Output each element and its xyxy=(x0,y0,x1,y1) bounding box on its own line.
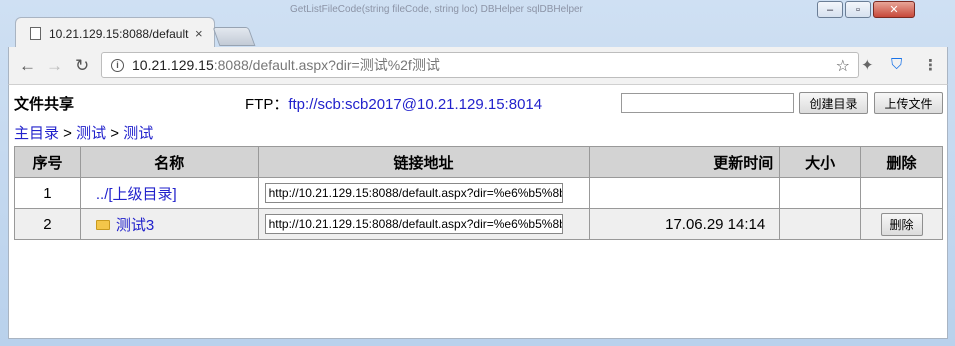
delete-button[interactable]: 删除 xyxy=(880,212,923,236)
address-bar[interactable]: i 10.21.129.15:8088/default.aspx?dir=测试%… xyxy=(101,52,859,78)
maximize-button[interactable]: ▫ xyxy=(845,1,871,18)
row-link-cell: http://10.21.129.15:8088/default.aspx?di… xyxy=(257,208,590,240)
page-title: 文件共享 xyxy=(14,96,75,113)
col-index: 序号 xyxy=(14,146,81,178)
breadcrumb-sep: > xyxy=(106,125,124,142)
row-index: 2 xyxy=(14,208,81,240)
ftp-label: FTP： xyxy=(245,96,289,113)
file-table: 序号 名称 链接地址 更新时间 大小 删除 1 ../[上级目录] http:/… xyxy=(14,146,943,240)
folder-name-input[interactable] xyxy=(621,93,794,113)
ftp-info: FTP：ftp://scb:scb2017@10.21.129.15:8014 xyxy=(245,93,542,114)
table-row: 2 测试3 http://10.21.129.15:8088/default.a… xyxy=(14,208,943,240)
background-text: GetListFileCode(string fileCode, string … xyxy=(290,4,583,15)
breadcrumb-level2[interactable]: 测试 xyxy=(123,125,153,142)
background-window: GetListFileCode(string fileCode, string … xyxy=(250,0,810,22)
minimize-button[interactable]: – xyxy=(817,1,843,18)
folder-icon xyxy=(95,219,110,230)
row-index: 1 xyxy=(14,177,81,209)
create-dir-button[interactable]: 创建目录 xyxy=(799,92,868,114)
back-icon[interactable]: ← xyxy=(19,56,36,76)
upload-button[interactable]: 上传文件 xyxy=(874,92,943,114)
forward-icon[interactable]: → xyxy=(46,56,63,76)
col-delete: 删除 xyxy=(860,146,943,178)
browser-window: GetListFileCode(string fileCode, string … xyxy=(0,0,955,346)
menu-icon[interactable]: ⋮ xyxy=(923,56,938,74)
shield-icon[interactable]: ⛉ xyxy=(891,56,902,73)
bookmark-star-icon[interactable]: ☆ xyxy=(836,56,850,76)
breadcrumb-home[interactable]: 主目录 xyxy=(14,125,59,142)
col-time: 更新时间 xyxy=(588,146,781,178)
url-host: 10.21.129.15 xyxy=(132,57,214,73)
row-time xyxy=(588,177,781,209)
new-tab-button[interactable] xyxy=(212,27,256,46)
window-controls: – ▫ ✕ xyxy=(815,1,915,18)
col-link: 链接地址 xyxy=(257,146,590,178)
row-link-cell: http://10.21.129.15:8088/default.aspx?di… xyxy=(257,177,590,209)
close-window-button[interactable]: ✕ xyxy=(873,1,915,18)
breadcrumb-sep: > xyxy=(59,125,77,142)
extensions-icon[interactable]: ✦ xyxy=(861,56,874,74)
row-name-cell: 测试3 xyxy=(79,208,259,240)
col-size: 大小 xyxy=(779,146,862,178)
tab-title: 10.21.129.15:8088/default.aspx?dir=测试%2f… xyxy=(49,26,189,41)
browser-toolbar: ← → ↻ i 10.21.129.15:8088/default.aspx?d… xyxy=(8,47,948,84)
row-delete-cell xyxy=(860,177,943,209)
folder-link[interactable]: 测试3 xyxy=(116,217,154,234)
row-delete-cell: 删除 xyxy=(860,208,943,240)
page-icon xyxy=(30,26,41,40)
browser-tab[interactable]: 10.21.129.15:8088/default.aspx?dir=测试%2f… xyxy=(15,17,215,48)
site-info-icon[interactable]: i xyxy=(111,58,124,72)
row-size xyxy=(779,208,862,240)
ftp-link[interactable]: ftp://scb:scb2017@10.21.129.15:8014 xyxy=(288,96,542,113)
parent-dir-link[interactable]: ../[上级目录] xyxy=(96,186,177,203)
page-content: 文件共享 FTP：ftp://scb:scb2017@10.21.129.15:… xyxy=(8,84,948,339)
row-name-cell: ../[上级目录] xyxy=(79,177,259,209)
url-path: :8088/default.aspx?dir=测试%2f测试 xyxy=(213,57,440,73)
breadcrumb: 主目录 > 测试 > 测试 xyxy=(14,122,153,143)
row-size xyxy=(779,177,862,209)
link-address-field[interactable]: http://10.21.129.15:8088/default.aspx?di… xyxy=(264,183,563,203)
col-name: 名称 xyxy=(79,146,259,178)
reload-icon[interactable]: ↻ xyxy=(75,56,89,76)
table-header-row: 序号 名称 链接地址 更新时间 大小 删除 xyxy=(14,146,943,178)
link-address-field[interactable]: http://10.21.129.15:8088/default.aspx?di… xyxy=(264,214,563,234)
row-time: 17.06.29 14:14 xyxy=(588,208,781,240)
breadcrumb-level1[interactable]: 测试 xyxy=(76,125,106,142)
table-row: 1 ../[上级目录] http://10.21.129.15:8088/def… xyxy=(14,177,943,209)
url-text: 10.21.129.15:8088/default.aspx?dir=测试%2f… xyxy=(132,55,440,75)
tab-close-icon[interactable]: × xyxy=(195,26,203,41)
